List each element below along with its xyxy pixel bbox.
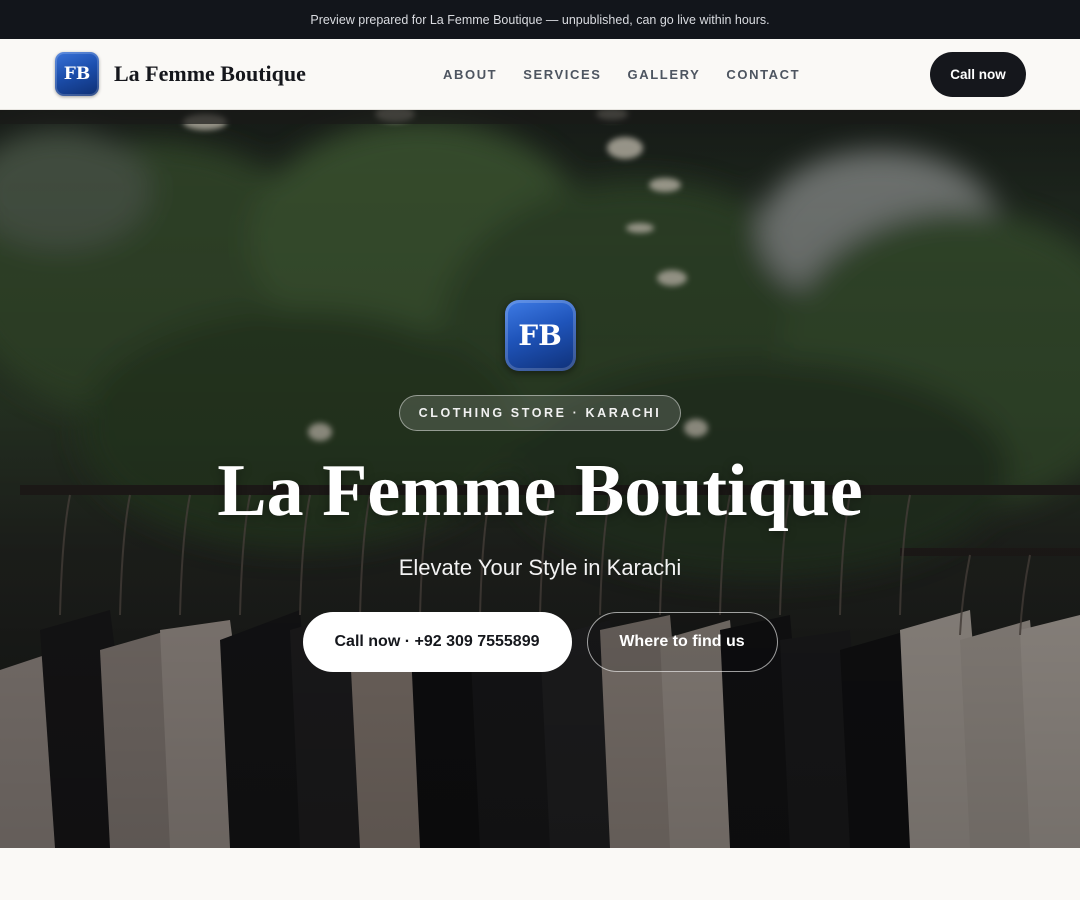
brand-logo-text: FB: [63, 64, 91, 84]
hero-logo: FB: [504, 300, 576, 371]
preview-banner: Preview prepared for La Femme Boutique —…: [0, 0, 1080, 39]
hero-section: FB CLOTHING STORE · KARACHI La Femme Bou…: [0, 110, 1080, 848]
nav-link-contact[interactable]: CONTACT: [726, 67, 800, 82]
hero-subtitle: Elevate Your Style in Karachi: [398, 555, 682, 580]
main-nav: ABOUT SERVICES GALLERY CONTACT: [443, 39, 826, 110]
site-header: FB La Femme Boutique ABOUT SERVICES GALL…: [0, 39, 1080, 110]
nav-link-services[interactable]: SERVICES: [523, 67, 601, 82]
preview-banner-text: Preview prepared for La Femme Boutique —…: [310, 12, 770, 27]
hero-actions: Call now · +92 309 7555899 Where to find…: [302, 612, 778, 672]
header-call-now-button[interactable]: Call now: [930, 52, 1026, 97]
hero-logo-text: FB: [518, 319, 562, 352]
hero-title: La Femme Boutique: [217, 450, 863, 532]
category-badge: CLOTHING STORE · KARACHI: [398, 395, 682, 431]
brand-name[interactable]: La Femme Boutique: [114, 61, 306, 87]
next-section: [0, 848, 1080, 900]
hero-content: FB CLOTHING STORE · KARACHI La Femme Bou…: [0, 110, 1080, 848]
where-to-find-us-button[interactable]: Where to find us: [586, 612, 778, 672]
nav-link-gallery[interactable]: GALLERY: [628, 67, 701, 82]
call-now-phone-button[interactable]: Call now · +92 309 7555899: [302, 612, 572, 672]
brand-logo[interactable]: FB: [55, 52, 99, 96]
nav-link-about[interactable]: ABOUT: [443, 67, 497, 82]
